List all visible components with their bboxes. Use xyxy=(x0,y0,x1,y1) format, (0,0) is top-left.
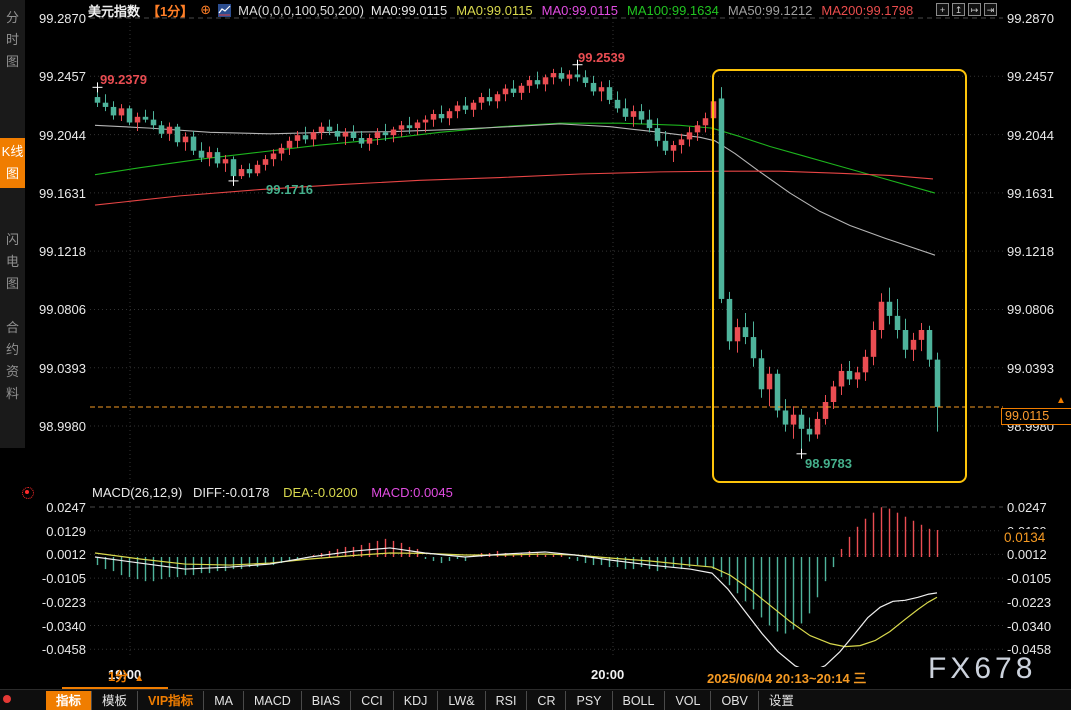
record-dot-icon xyxy=(3,695,11,703)
macd-axis-label-left: 0.0129 xyxy=(28,524,86,539)
macd-axis-label-left: 0.0247 xyxy=(28,500,86,515)
toolbar-item-指标[interactable]: 指标 xyxy=(46,691,91,710)
price-axis-label-right: 99.2870 xyxy=(1007,11,1054,26)
period-selector[interactable]: 1分 ▲ xyxy=(108,666,144,685)
toolbar-item-设置[interactable]: 设置 xyxy=(758,691,804,710)
toolbar-item-MACD[interactable]: MACD xyxy=(243,691,301,710)
macd-dea-value: DEA:-0.0200 xyxy=(283,485,357,500)
time-axis-label: 20:00 xyxy=(591,667,624,682)
toolbar-item-BIAS[interactable]: BIAS xyxy=(301,691,351,710)
toolbar-item-VIP指标[interactable]: VIP指标 xyxy=(137,691,203,710)
toolbar-item-KDJ[interactable]: KDJ xyxy=(393,691,438,710)
toolbar-item-BOLL[interactable]: BOLL xyxy=(612,691,665,710)
toolbar-item-CR[interactable]: CR xyxy=(526,691,565,710)
macd-axis-label-left: -0.0458 xyxy=(28,642,86,657)
period-label: 1分 xyxy=(108,669,128,684)
toolbar-item-VOL[interactable]: VOL xyxy=(664,691,710,710)
indicator-toolbar: 指标模板VIP指标MAMACDBIASCCIKDJLW&RSICRPSYBOLL… xyxy=(0,689,1071,710)
price-up-arrow-icon: ▲ xyxy=(1056,395,1066,406)
toolbar-item-OBV[interactable]: OBV xyxy=(710,691,757,710)
price-axis-label-right: 99.1631 xyxy=(1007,186,1054,201)
macd-diff-value: DIFF:-0.0178 xyxy=(193,485,270,500)
price-axis-label-right: 99.2457 xyxy=(1007,69,1054,84)
candle-date-range: 2025/06/04 20:13~20:14 三 xyxy=(702,667,871,688)
toolbar-item-RSI[interactable]: RSI xyxy=(485,691,527,710)
macd-value-badge: 0.0134 xyxy=(1001,529,1070,546)
macd-settings-icon[interactable] xyxy=(22,487,34,499)
toolbar-item-CCI[interactable]: CCI xyxy=(350,691,393,710)
price-axis-label-left: 99.2044 xyxy=(28,128,86,143)
macd-axis-label-right: 0.0012 xyxy=(1007,547,1047,562)
toolbar-item-模板[interactable]: 模板 xyxy=(91,691,137,710)
current-price-badge: 99.0115 xyxy=(1001,408,1071,425)
toolbar-item-PSY[interactable]: PSY xyxy=(565,691,611,710)
high-price-annotation: 99.2379 xyxy=(100,72,147,87)
macd-axis-label-left: -0.0223 xyxy=(28,595,86,610)
macd-macd-value: MACD:0.0045 xyxy=(371,485,453,500)
macd-formula: MACD(26,12,9) xyxy=(92,485,182,500)
macd-axis-label-right: -0.0105 xyxy=(1007,571,1051,586)
price-axis-label-right: 99.2044 xyxy=(1007,128,1054,143)
price-axis-label-left: 99.0393 xyxy=(28,361,86,376)
price-axis-label-right: 99.0393 xyxy=(1007,361,1054,376)
toolbar-item-MA[interactable]: MA xyxy=(203,691,243,710)
low-price-annotation: 98.9783 xyxy=(805,456,852,471)
macd-axis-label-left: 0.0012 xyxy=(28,547,86,562)
macd-axis-label-right: 0.0247 xyxy=(1007,500,1047,515)
macd-axis-label-right: -0.0223 xyxy=(1007,595,1051,610)
chart-app: 分时图K线图闪电图合约资料 美元指数 【1分】 ⊕ MA(0,0,0,100,5… xyxy=(0,0,1071,710)
high-price-annotation: 99.2539 xyxy=(578,50,625,65)
toolbar-item-LW&[interactable]: LW& xyxy=(437,691,484,710)
period-arrow-icon: ▲ xyxy=(134,673,144,684)
price-axis-label-left: 99.2870 xyxy=(28,11,86,26)
macd-axis-label-right: -0.0340 xyxy=(1007,619,1051,634)
price-axis-label-left: 99.2457 xyxy=(28,69,86,84)
fx678-watermark: FX678 xyxy=(928,652,1036,686)
macd-badge-value: 0.0134 xyxy=(1004,530,1045,545)
price-axis-label-right: 99.1218 xyxy=(1007,244,1054,259)
price-axis-label-left: 99.0806 xyxy=(28,302,86,317)
current-price-value: 99.0115 xyxy=(1005,409,1049,423)
low-price-annotation: 99.1716 xyxy=(266,182,313,197)
price-axis-label-left: 99.1631 xyxy=(28,186,86,201)
macd-header: MACD(26,12,9) DIFF:-0.0178 DEA:-0.0200 M… xyxy=(92,485,453,500)
macd-axis-label-left: -0.0105 xyxy=(28,571,86,586)
price-axis-label-left: 99.1218 xyxy=(28,244,86,259)
macd-axis-label-left: -0.0340 xyxy=(28,619,86,634)
candlestick-chart[interactable] xyxy=(0,0,1071,710)
price-axis-label-left: 98.9980 xyxy=(28,419,86,434)
price-axis-label-right: 99.0806 xyxy=(1007,302,1054,317)
